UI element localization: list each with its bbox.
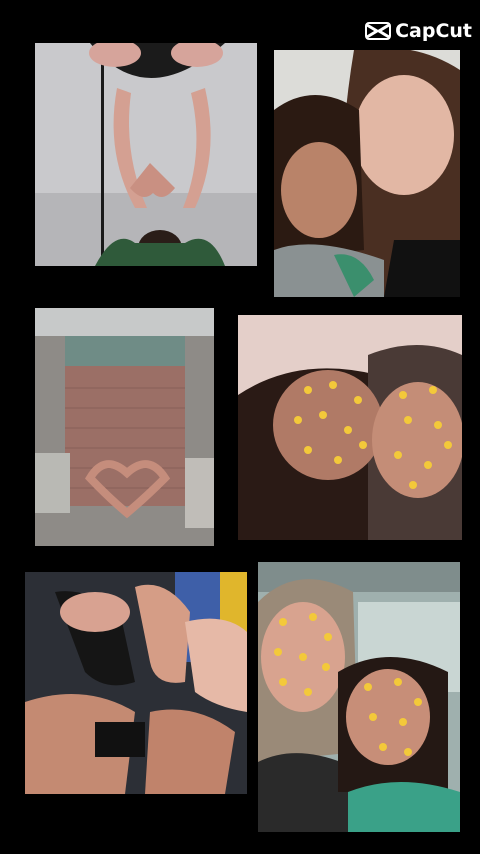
photo-bus-pizza-selfie bbox=[258, 562, 460, 832]
watermark-label: CapCut bbox=[395, 20, 472, 42]
photo-handstand-heart bbox=[35, 43, 257, 266]
capcut-logo-icon bbox=[365, 22, 392, 40]
photo-pizza-filter-selfie bbox=[238, 315, 462, 540]
photo-two-girls-selfie bbox=[274, 50, 460, 297]
photo-feet-sandals bbox=[25, 572, 247, 794]
capcut-watermark: CapCut bbox=[365, 20, 472, 42]
photo-heart-hands-pavement bbox=[35, 308, 214, 546]
